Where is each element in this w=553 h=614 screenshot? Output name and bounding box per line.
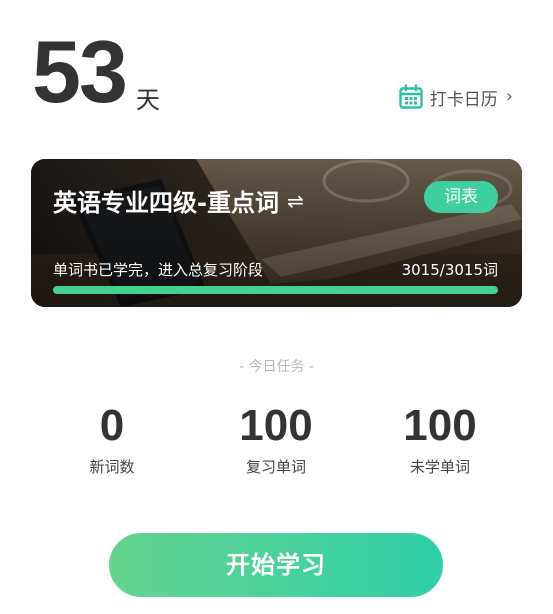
book-status-text: 单词书已学完，进入总复习阶段 bbox=[53, 261, 264, 279]
book-word-count: 3015/3015词 bbox=[401, 261, 498, 279]
stat-label: 新词数 bbox=[89, 458, 135, 476]
stat-value: 0 bbox=[99, 401, 125, 450]
stat-label: 未学单词 bbox=[409, 458, 470, 476]
stat-value: 100 bbox=[403, 401, 477, 450]
stat-review-words: 100 复习单词 bbox=[206, 400, 346, 477]
start-learning-button[interactable]: 开始学习 bbox=[109, 533, 443, 597]
calendar-label: 打卡日历 bbox=[429, 89, 498, 110]
stat-new-words: 0 新词数 bbox=[42, 400, 182, 477]
chevron-right-icon: › bbox=[505, 86, 513, 107]
stat-unlearned-words: 100 未学单词 bbox=[370, 400, 510, 477]
today-task-heading: - 今日任务 - bbox=[238, 359, 314, 375]
streak-counter: 53 天 bbox=[32, 28, 160, 116]
checkin-calendar-link[interactable]: 打卡日历 › bbox=[398, 84, 513, 110]
wordlist-button[interactable]: 词表 bbox=[424, 181, 498, 213]
swap-book-icon[interactable]: ⇌ bbox=[287, 189, 304, 213]
calendar-icon bbox=[398, 84, 424, 110]
book-progress-bar bbox=[53, 286, 498, 294]
stat-label: 复习单词 bbox=[245, 458, 306, 476]
book-title[interactable]: 英语专业四级-重点词 ⇌ bbox=[53, 183, 304, 218]
today-stats: 0 新词数 100 复习单词 100 未学单词 bbox=[0, 400, 553, 490]
streak-days: 53 bbox=[32, 22, 128, 121]
book-progress-fill bbox=[53, 286, 498, 294]
book-title-text: 英语专业四级-重点词 bbox=[53, 189, 279, 217]
stat-value: 100 bbox=[239, 401, 313, 450]
word-book-card[interactable]: 英语专业四级-重点词 ⇌ 词表 单词书已学完，进入总复习阶段 3015/3015… bbox=[31, 159, 522, 307]
streak-unit: 天 bbox=[135, 86, 160, 114]
